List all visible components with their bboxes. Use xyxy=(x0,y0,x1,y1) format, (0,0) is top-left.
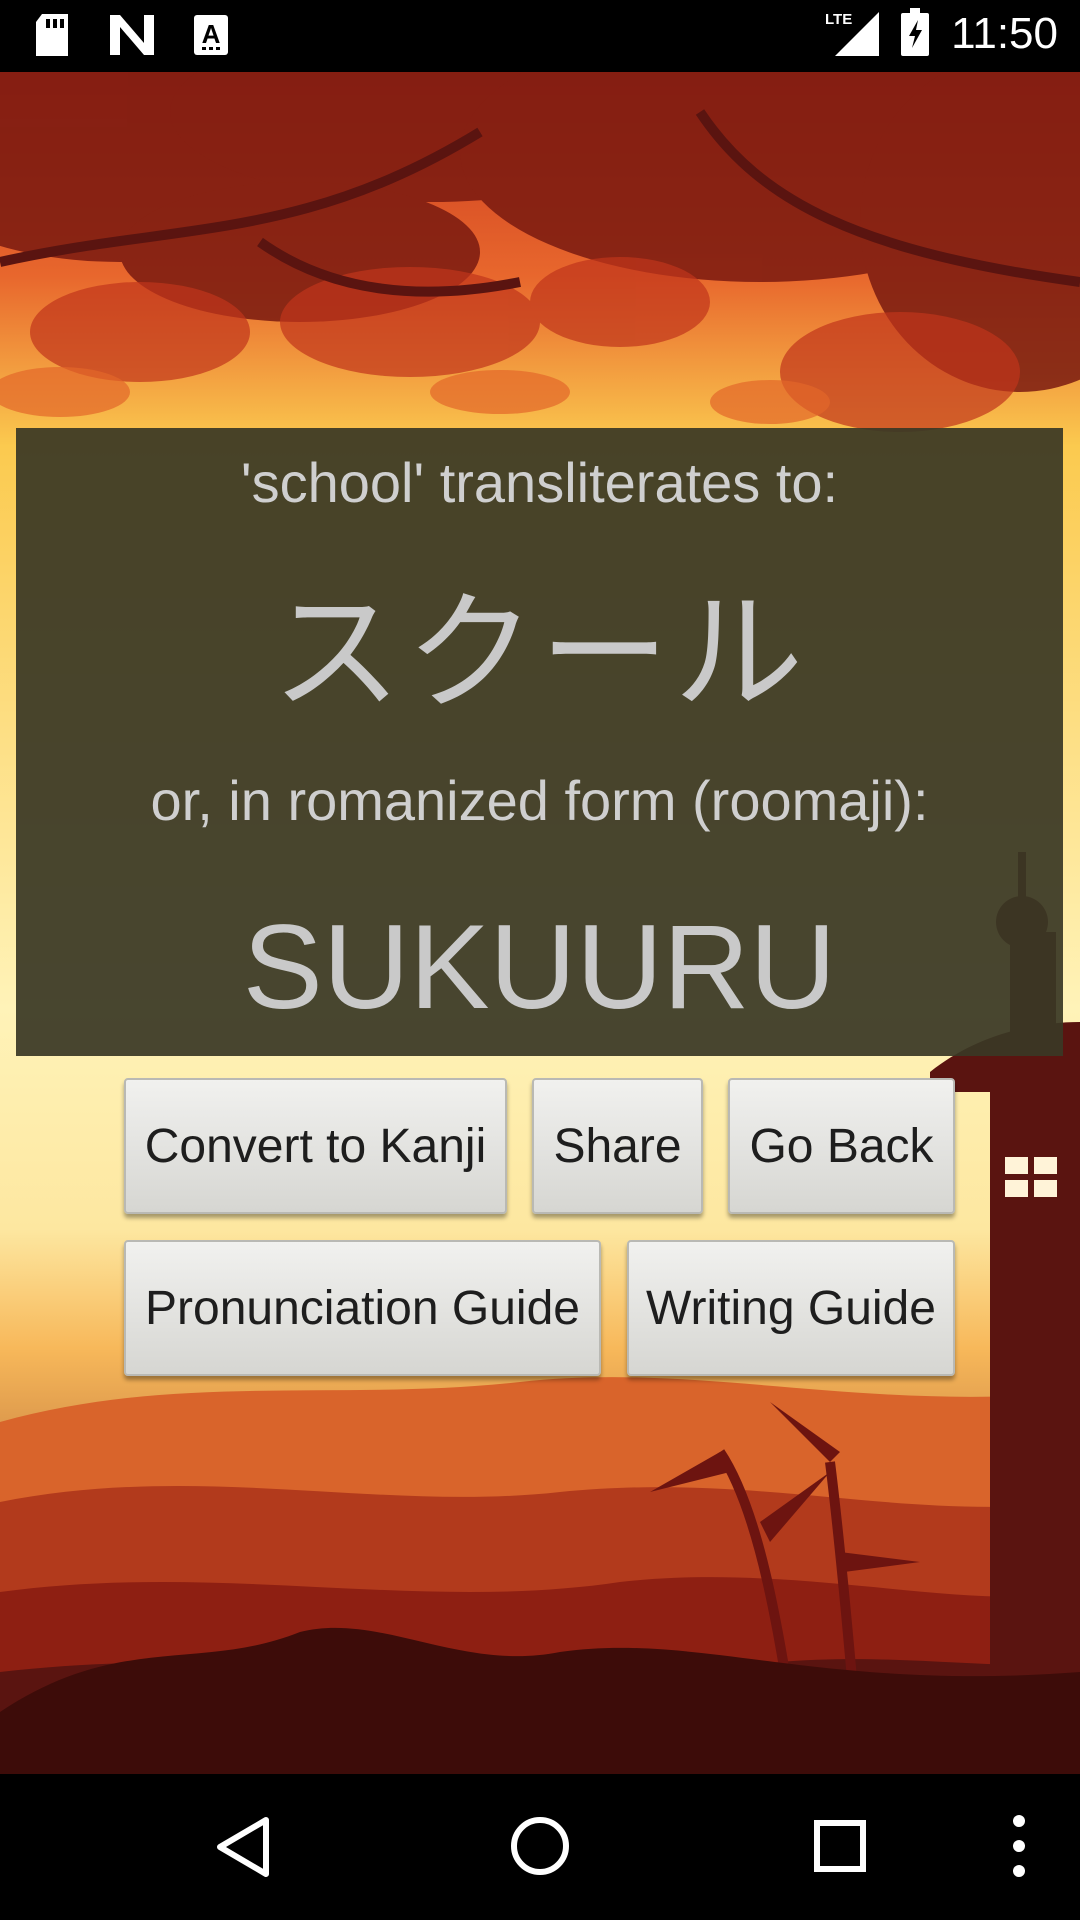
lte-signal-icon: LTE xyxy=(823,8,880,60)
recents-icon[interactable] xyxy=(814,1820,866,1876)
convert-to-kanji-button[interactable]: Convert to Kanji xyxy=(124,1078,507,1214)
transliteration-panel: 'school' transliterates to: スクール or, in … xyxy=(16,428,1063,1056)
navigation-bar xyxy=(0,1774,1080,1920)
writing-guide-button[interactable]: Writing Guide xyxy=(627,1240,955,1376)
n-logo-icon xyxy=(110,15,154,59)
share-button[interactable]: Share xyxy=(532,1078,703,1214)
katakana-result: スクール xyxy=(271,577,808,729)
romaji-result: SUKUURU xyxy=(242,900,837,1034)
svg-text:A: A xyxy=(202,19,221,49)
go-back-button[interactable]: Go Back xyxy=(728,1078,955,1214)
pronunciation-guide-button[interactable]: Pronunciation Guide xyxy=(124,1240,601,1376)
romanized-prompt: or, in romanized form (roomaji): xyxy=(150,769,929,832)
transliteration-prompt: 'school' transliterates to: xyxy=(240,451,839,514)
home-icon[interactable] xyxy=(510,1816,570,1880)
clock: 11:50 xyxy=(951,9,1058,58)
svg-text:LTE: LTE xyxy=(825,11,852,28)
sd-card-icon xyxy=(34,14,70,60)
a-font-icon: A xyxy=(194,15,228,59)
overflow-menu-icon[interactable] xyxy=(1010,1814,1028,1882)
back-icon[interactable] xyxy=(214,1816,270,1882)
status-bar: A LTE 11:50 xyxy=(0,0,1080,72)
battery-icon xyxy=(901,8,930,60)
